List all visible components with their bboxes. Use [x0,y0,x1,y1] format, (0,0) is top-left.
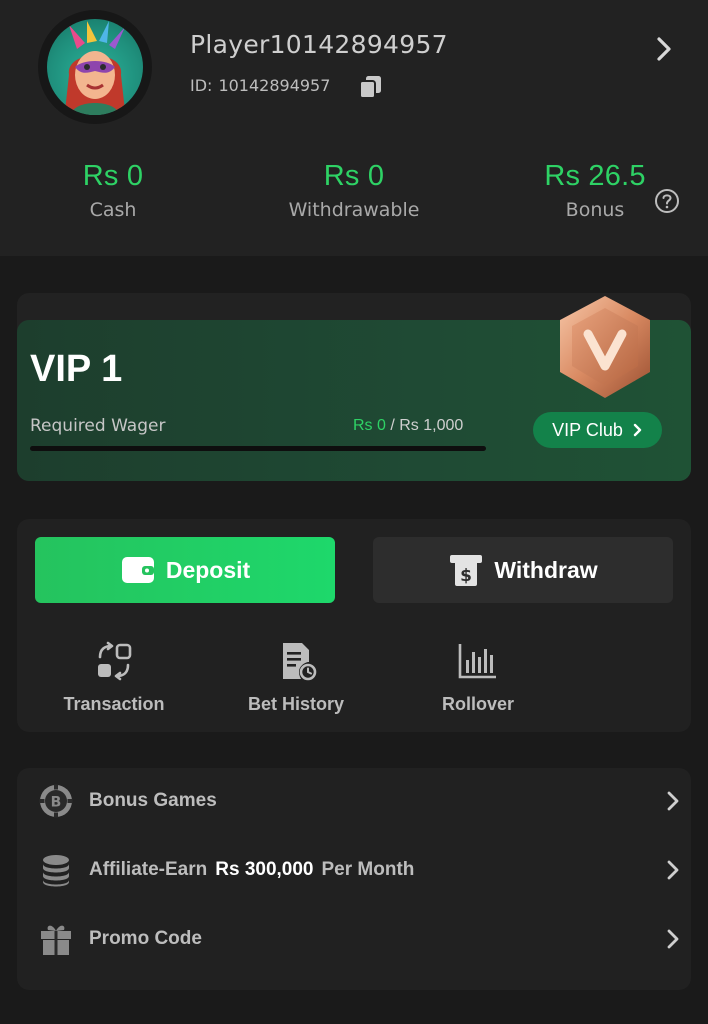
required-wager-value: Rs 0 / Rs 1,000 [353,417,463,435]
username: Player10142894957 [190,30,448,59]
wager-target: Rs 1,000 [399,417,464,434]
bet-history-link[interactable]: Bet History [211,640,381,720]
balance-withdrawable: Rs 0 Withdrawable [254,160,454,221]
transaction-icon [98,641,132,681]
rollover-link[interactable]: Rollover [393,640,563,720]
balance-cash-label: Cash [89,199,137,221]
affiliate-amount: Rs 300,000 [215,859,314,880]
wager-separator: / [385,417,400,434]
rollover-icon [458,644,496,679]
bonus-chip-icon: B [39,784,73,818]
transaction-label: Transaction [63,694,165,714]
vip-club-chevron-icon [633,423,642,437]
menu-item-affiliate[interactable]: Affiliate-Earn Rs 300,000 Per Month [17,840,691,900]
menu-item-bonus-games[interactable]: B Bonus Games [17,771,691,831]
deposit-label: Deposit [165,556,251,583]
transaction-link[interactable]: Transaction [29,640,199,720]
bet-history-label: Bet History [247,694,345,714]
coins-stack-icon [43,855,69,887]
menu-item-label: Bonus Games [89,790,217,811]
svg-text:$: $ [460,566,472,586]
rollover-label: Rollover [441,694,515,714]
vip-badge-icon [560,296,650,398]
profile-chevron-right-icon[interactable] [652,34,678,64]
withdraw-label: Withdraw [494,556,598,583]
svg-text:B: B [51,795,62,811]
balance-cash: Rs 0 Cash [13,160,213,221]
affiliate-suffix: Per Month [321,859,415,880]
vip-level: VIP 1 [30,348,123,390]
chevron-right-icon [667,860,679,880]
wager-current: Rs 0 [353,417,386,434]
user-id: ID: 10142894957 [190,76,330,95]
withdraw-icon: $ [450,555,483,586]
copy-icon[interactable] [357,73,385,101]
affiliate-prefix: Affiliate-Earn [89,859,208,880]
vip-club-label: VIP Club [552,419,623,440]
chevron-right-icon [667,791,679,811]
gift-icon [41,925,71,955]
required-wager-label: Required Wager [30,416,166,436]
user-id-label: ID: [190,76,213,95]
balance-withdrawable-label: Withdrawable [288,199,420,221]
menu-item-label: Promo Code [89,928,202,949]
wager-progress-bar [30,446,486,451]
avatar-image [47,19,143,115]
chevron-right-icon [667,929,679,949]
avatar[interactable] [38,10,152,124]
withdraw-button[interactable]: $ Withdraw [373,537,673,603]
wallet-icon [121,557,154,583]
menu-item-promo-code[interactable]: Promo Code [17,909,691,969]
vip-club-button[interactable]: VIP Club [533,412,662,448]
balance-cash-value: Rs 0 [82,160,144,192]
help-icon[interactable] [654,188,680,214]
balance-withdrawable-value: Rs 0 [323,160,385,192]
user-id-value: 10142894957 [218,76,331,95]
bet-history-icon [283,643,317,681]
affiliate-text: Affiliate-Earn Rs 300,000 Per Month [89,859,414,881]
deposit-button[interactable]: Deposit [35,537,335,603]
